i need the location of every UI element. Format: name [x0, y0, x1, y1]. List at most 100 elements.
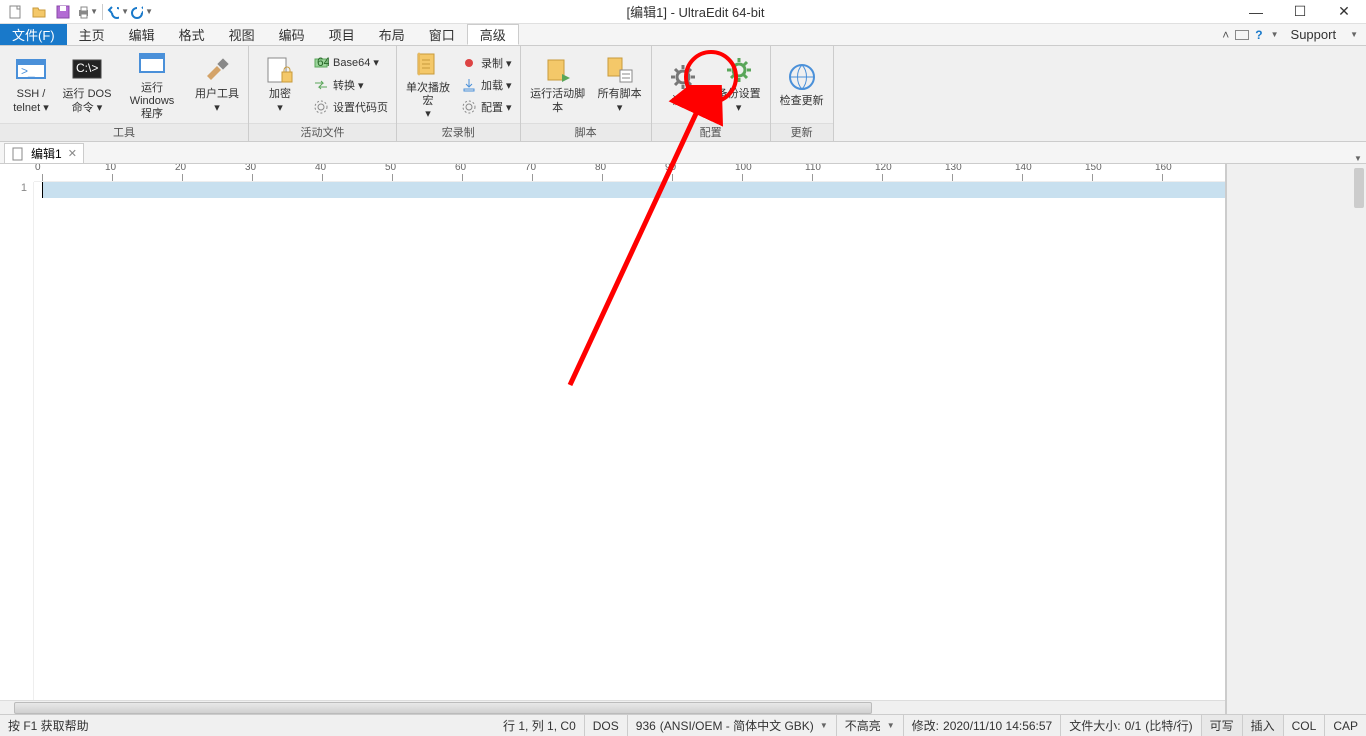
label: SSH / telnet ▾ — [13, 88, 49, 114]
ruler-tick: 120 — [882, 174, 952, 182]
label: 加载 ▾ — [481, 77, 512, 93]
minimize-button[interactable]: — — [1234, 0, 1278, 24]
menu-window[interactable]: 窗口 — [417, 24, 467, 45]
ribbon-group-script: 运行活动脚本 所有脚本 ▾ 脚本 — [521, 46, 652, 141]
gear-backup-icon — [723, 54, 755, 86]
horizontal-scrollbar[interactable] — [0, 700, 1225, 714]
menu-home[interactable]: 主页 — [67, 24, 117, 45]
status-eol[interactable]: DOS — [585, 715, 628, 736]
ruler: 0102030405060708090100110120130140150160 — [34, 164, 1225, 182]
chevron-down-icon: ▼ — [1271, 30, 1279, 39]
label: 录制 ▾ — [481, 55, 512, 71]
ruler-tick-label: 10 — [105, 164, 116, 173]
base64-button[interactable]: 64 Base64 ▾ — [309, 52, 392, 74]
run-active-script-button[interactable]: 运行活动脚本 — [525, 50, 591, 120]
ssh-telnet-button[interactable]: >_ SSH / telnet ▾ — [4, 50, 58, 120]
support-link[interactable]: Support — [1285, 27, 1343, 42]
encrypt-button[interactable]: 加密 ▾ — [253, 50, 307, 120]
open-file-button[interactable] — [28, 2, 50, 22]
ruler-tick: 160 — [1162, 174, 1225, 182]
codepage-button[interactable]: 设置代码页 — [309, 96, 392, 118]
ruler-tick-label: 20 — [175, 164, 186, 173]
file-tabs: 编辑1 ✕ ▼ — [0, 142, 1366, 164]
menu-project[interactable]: 项目 — [317, 24, 367, 45]
chevron-down-icon: ▼ — [145, 7, 153, 16]
ribbon-group-macro: 单次播放宏 ▾ 录制 ▾ 加载 ▾ 配置 ▾ 宏录制 — [397, 46, 521, 141]
scroll-list-icon — [604, 54, 636, 86]
record-button[interactable]: 录制 ▾ — [457, 52, 516, 74]
label: 运行 DOS 命令 ▾ — [63, 88, 112, 114]
ruler-tick: 70 — [532, 174, 602, 182]
status-col[interactable]: COL — [1284, 715, 1326, 736]
ruler-tick: 90 — [672, 174, 742, 182]
close-tab-button[interactable]: ✕ — [68, 147, 77, 160]
backup-settings-button[interactable]: 备份设置 ▾ — [712, 50, 766, 120]
menu-edit[interactable]: 编辑 — [117, 24, 167, 45]
lock-icon — [264, 54, 296, 86]
separator — [102, 4, 103, 20]
status-highlight[interactable]: 不高亮 ▼ — [837, 715, 904, 736]
ruler-tick-label: 50 — [385, 164, 396, 173]
label: 设置代码页 — [333, 99, 388, 115]
label: Base64 ▾ — [333, 56, 379, 69]
help-icon[interactable]: ? — [1255, 28, 1262, 42]
play-once-button[interactable]: 单次播放宏 ▾ — [401, 50, 455, 120]
redo-button[interactable]: ▼ — [131, 2, 153, 22]
menu-bar: 文件(F) 主页 编辑 格式 视图 编码 项目 布局 窗口 高级 ˄ ? ▼ S… — [0, 24, 1366, 46]
ruler-tick-label: 150 — [1085, 164, 1102, 173]
file-tab-active[interactable]: 编辑1 ✕ — [4, 143, 84, 163]
ruler-tick: 40 — [322, 174, 392, 182]
check-update-button[interactable]: 检查更新 — [775, 50, 829, 120]
menu-right: ˄ ? ▼ Support ▼ — [1222, 24, 1366, 45]
print-button[interactable]: ▼ — [76, 2, 98, 22]
settings-button[interactable]: 设置 — [656, 50, 710, 120]
window-layout-icon[interactable] — [1235, 30, 1249, 40]
label: 备份设置 ▾ — [717, 88, 761, 114]
editor-main: 0102030405060708090100110120130140150160… — [0, 164, 1226, 714]
label: 加密 ▾ — [269, 88, 291, 114]
window-title: [编辑1] - UltraEdit 64-bit — [157, 2, 1234, 21]
all-scripts-button[interactable]: 所有脚本 ▾ — [593, 50, 647, 120]
user-tool-button[interactable]: 用户工具 ▾ — [190, 50, 244, 120]
status-readwrite[interactable]: 可写 — [1202, 715, 1243, 736]
ruler-tick: 140 — [1022, 174, 1092, 182]
menu-advanced[interactable]: 高级 — [467, 24, 519, 45]
chevron-down-icon: ▼ — [121, 7, 129, 16]
tabs-dropdown[interactable]: ▼ — [1348, 154, 1366, 163]
save-button[interactable] — [52, 2, 74, 22]
text-area[interactable] — [34, 182, 1225, 700]
run-dos-button[interactable]: C:\> 运行 DOS 命令 ▾ — [60, 50, 114, 120]
document-icon — [11, 147, 25, 161]
label: 运行 Windows 程序 — [118, 82, 186, 122]
macro-config-button[interactable]: 配置 ▾ — [457, 96, 516, 118]
status-cap[interactable]: CAP — [1325, 715, 1366, 736]
ruler-tick: 0 — [42, 174, 112, 182]
status-bar: 按 F1 获取帮助 行 1, 列 1, C0 DOS 936 (ANSI/OEM… — [0, 714, 1366, 736]
load-button[interactable]: 加载 ▾ — [457, 74, 516, 96]
new-file-button[interactable] — [4, 2, 26, 22]
menu-coding[interactable]: 编码 — [267, 24, 317, 45]
menu-file[interactable]: 文件(F) — [0, 24, 67, 45]
convert-button[interactable]: 转换 ▾ — [309, 74, 392, 96]
maximize-button[interactable]: ☐ — [1278, 0, 1322, 24]
ruler-tick: 80 — [602, 174, 672, 182]
run-windows-button[interactable]: 运行 Windows 程序 — [116, 50, 188, 120]
gear-icon — [313, 99, 329, 115]
ruler-tick-label: 140 — [1015, 164, 1032, 173]
label: 配置 ▾ — [481, 99, 512, 115]
close-button[interactable]: ✕ — [1322, 0, 1366, 24]
menu-format[interactable]: 格式 — [167, 24, 217, 45]
side-panel — [1226, 164, 1366, 714]
vertical-scrollbar-thumb[interactable] — [1354, 168, 1364, 208]
status-insert[interactable]: 插入 — [1243, 715, 1284, 736]
scrollbar-thumb[interactable] — [14, 702, 872, 714]
ruler-tick: 10 — [112, 174, 182, 182]
menu-layout[interactable]: 布局 — [367, 24, 417, 45]
status-codepage[interactable]: 936 (ANSI/OEM - 简体中文 GBK) ▼ — [628, 715, 837, 736]
line-gutter: 1 — [0, 182, 34, 700]
undo-button[interactable]: ▼ — [107, 2, 129, 22]
menu-view[interactable]: 视图 — [217, 24, 267, 45]
chevron-down-icon: ▼ — [820, 721, 828, 730]
collapse-ribbon-icon[interactable]: ˄ — [1222, 28, 1229, 42]
terminal-icon: >_ — [15, 54, 47, 86]
